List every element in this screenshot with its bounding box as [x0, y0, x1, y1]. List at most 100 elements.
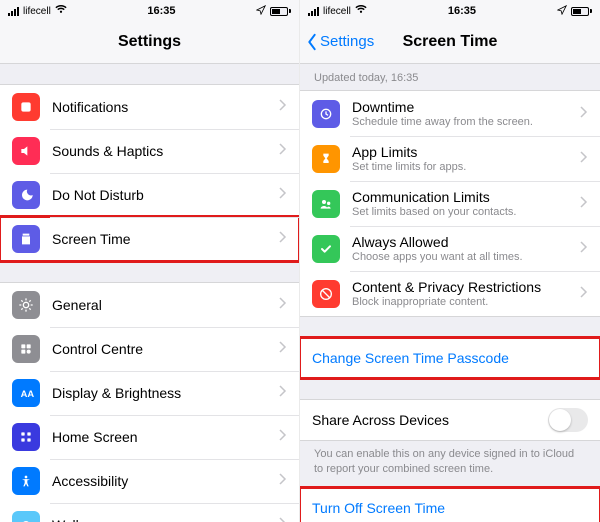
accessibility-icon [12, 467, 40, 495]
always-allowed-icon [312, 235, 340, 263]
chevron-right-icon [279, 516, 287, 522]
nav-bar: Settings [0, 20, 299, 64]
carrier-label: lifecell [23, 6, 51, 17]
row-label: General [52, 297, 279, 313]
svg-text:AA: AA [21, 389, 34, 399]
row-label: Turn Off Screen Time [312, 500, 588, 516]
row-sub: Set limits based on your contacts. [352, 206, 580, 218]
battery-icon [270, 7, 291, 16]
row-label: App Limits [352, 144, 580, 160]
row-app-limits[interactable]: App LimitsSet time limits for apps. [300, 136, 600, 181]
row-sub: Choose apps you want at all times. [352, 251, 580, 263]
screen-time-features: DowntimeSchedule time away from the scre… [300, 90, 600, 317]
signal-icon [308, 7, 319, 16]
row-screen-time[interactable]: Screen Time [0, 217, 299, 261]
carrier-label: lifecell [323, 6, 351, 17]
row-label: Sounds & Haptics [52, 143, 279, 159]
row-home-screen[interactable]: Home Screen [0, 415, 299, 459]
row-wallpaper[interactable]: Wallpaper [0, 503, 299, 522]
chevron-right-icon [279, 340, 287, 358]
row-label: Always Allowed [352, 234, 580, 250]
screen-time-screen: lifecell 16:35 Settings Screen Time Upda… [300, 0, 600, 522]
back-label: Settings [320, 33, 374, 50]
row-sub: Set time limits for apps. [352, 161, 580, 173]
row-label: Communication Limits [352, 189, 580, 205]
display-icon: AA [12, 379, 40, 407]
row-label: Display & Brightness [52, 385, 279, 401]
page-title: Settings [118, 33, 181, 51]
row-notifications[interactable]: Notifications [0, 85, 299, 129]
chevron-right-icon [580, 240, 588, 258]
row-content-privacy[interactable]: Content & Privacy RestrictionsBlock inap… [300, 271, 600, 316]
row-accessibility[interactable]: Accessibility [0, 459, 299, 503]
chevron-right-icon [580, 285, 588, 303]
settings-group-a: Notifications Sounds & Haptics Do Not Di… [0, 84, 299, 262]
row-label: Content & Privacy Restrictions [352, 279, 580, 295]
row-label: Share Across Devices [312, 412, 548, 428]
row-control-centre[interactable]: Control Centre [0, 327, 299, 371]
back-button[interactable]: Settings [306, 33, 374, 51]
location-icon [256, 5, 266, 18]
turn-off-group: Turn Off Screen Time [300, 487, 600, 522]
share-footer: You can enable this on any device signed… [300, 441, 600, 487]
status-bar: lifecell 16:35 [300, 0, 600, 20]
row-label: Screen Time [52, 231, 279, 247]
row-label: Do Not Disturb [52, 187, 279, 203]
row-label: Notifications [52, 99, 279, 115]
chevron-right-icon [279, 186, 287, 204]
battery-icon [571, 7, 592, 16]
settings-group-b: General Control Centre AA Display & Brig… [0, 282, 299, 522]
screen-time-body[interactable]: Updated today, 16:35 DowntimeSchedule ti… [300, 64, 600, 522]
updated-label: Updated today, 16:35 [300, 64, 600, 90]
general-icon [12, 291, 40, 319]
status-bar: lifecell 16:35 [0, 0, 299, 20]
chevron-right-icon [580, 150, 588, 168]
settings-body[interactable]: Notifications Sounds & Haptics Do Not Di… [0, 64, 299, 522]
chevron-right-icon [279, 384, 287, 402]
row-label: Downtime [352, 99, 580, 115]
communication-limits-icon [312, 190, 340, 218]
chevron-right-icon [279, 98, 287, 116]
row-sub: Schedule time away from the screen. [352, 116, 580, 128]
row-general[interactable]: General [0, 283, 299, 327]
row-label: Change Screen Time Passcode [312, 350, 588, 366]
row-sounds-haptics[interactable]: Sounds & Haptics [0, 129, 299, 173]
row-always-allowed[interactable]: Always AllowedChoose apps you want at al… [300, 226, 600, 271]
location-icon [557, 5, 567, 18]
app-limits-icon [312, 145, 340, 173]
row-display-brightness[interactable]: AA Display & Brightness [0, 371, 299, 415]
row-turn-off-screen-time[interactable]: Turn Off Screen Time [300, 488, 600, 522]
wallpaper-icon [12, 511, 40, 522]
chevron-right-icon [279, 472, 287, 490]
signal-icon [8, 7, 19, 16]
row-do-not-disturb[interactable]: Do Not Disturb [0, 173, 299, 217]
chevron-right-icon [279, 142, 287, 160]
row-change-passcode[interactable]: Change Screen Time Passcode [300, 338, 600, 378]
row-label: Accessibility [52, 473, 279, 489]
share-across-devices-group: Share Across Devices [300, 399, 600, 441]
row-label: Control Centre [52, 341, 279, 357]
row-label: Home Screen [52, 429, 279, 445]
chevron-right-icon [279, 428, 287, 446]
chevron-right-icon [580, 195, 588, 213]
home-screen-icon [12, 423, 40, 451]
chevron-right-icon [279, 296, 287, 314]
nav-bar: Settings Screen Time [300, 20, 600, 64]
share-toggle[interactable] [548, 408, 588, 432]
control-centre-icon [12, 335, 40, 363]
dnd-icon [12, 181, 40, 209]
row-downtime[interactable]: DowntimeSchedule time away from the scre… [300, 91, 600, 136]
wifi-icon [55, 5, 67, 17]
downtime-icon [312, 100, 340, 128]
page-title: Screen Time [403, 33, 498, 51]
row-share-across-devices[interactable]: Share Across Devices [300, 400, 600, 440]
row-communication-limits[interactable]: Communication LimitsSet limits based on … [300, 181, 600, 226]
screen-time-icon [12, 225, 40, 253]
content-privacy-icon [312, 280, 340, 308]
clock: 16:35 [147, 5, 175, 17]
chevron-right-icon [580, 105, 588, 123]
change-passcode-group: Change Screen Time Passcode [300, 337, 600, 379]
settings-screen: lifecell 16:35 Settings Notifications [0, 0, 300, 522]
wifi-icon [355, 5, 367, 17]
chevron-right-icon [279, 230, 287, 248]
